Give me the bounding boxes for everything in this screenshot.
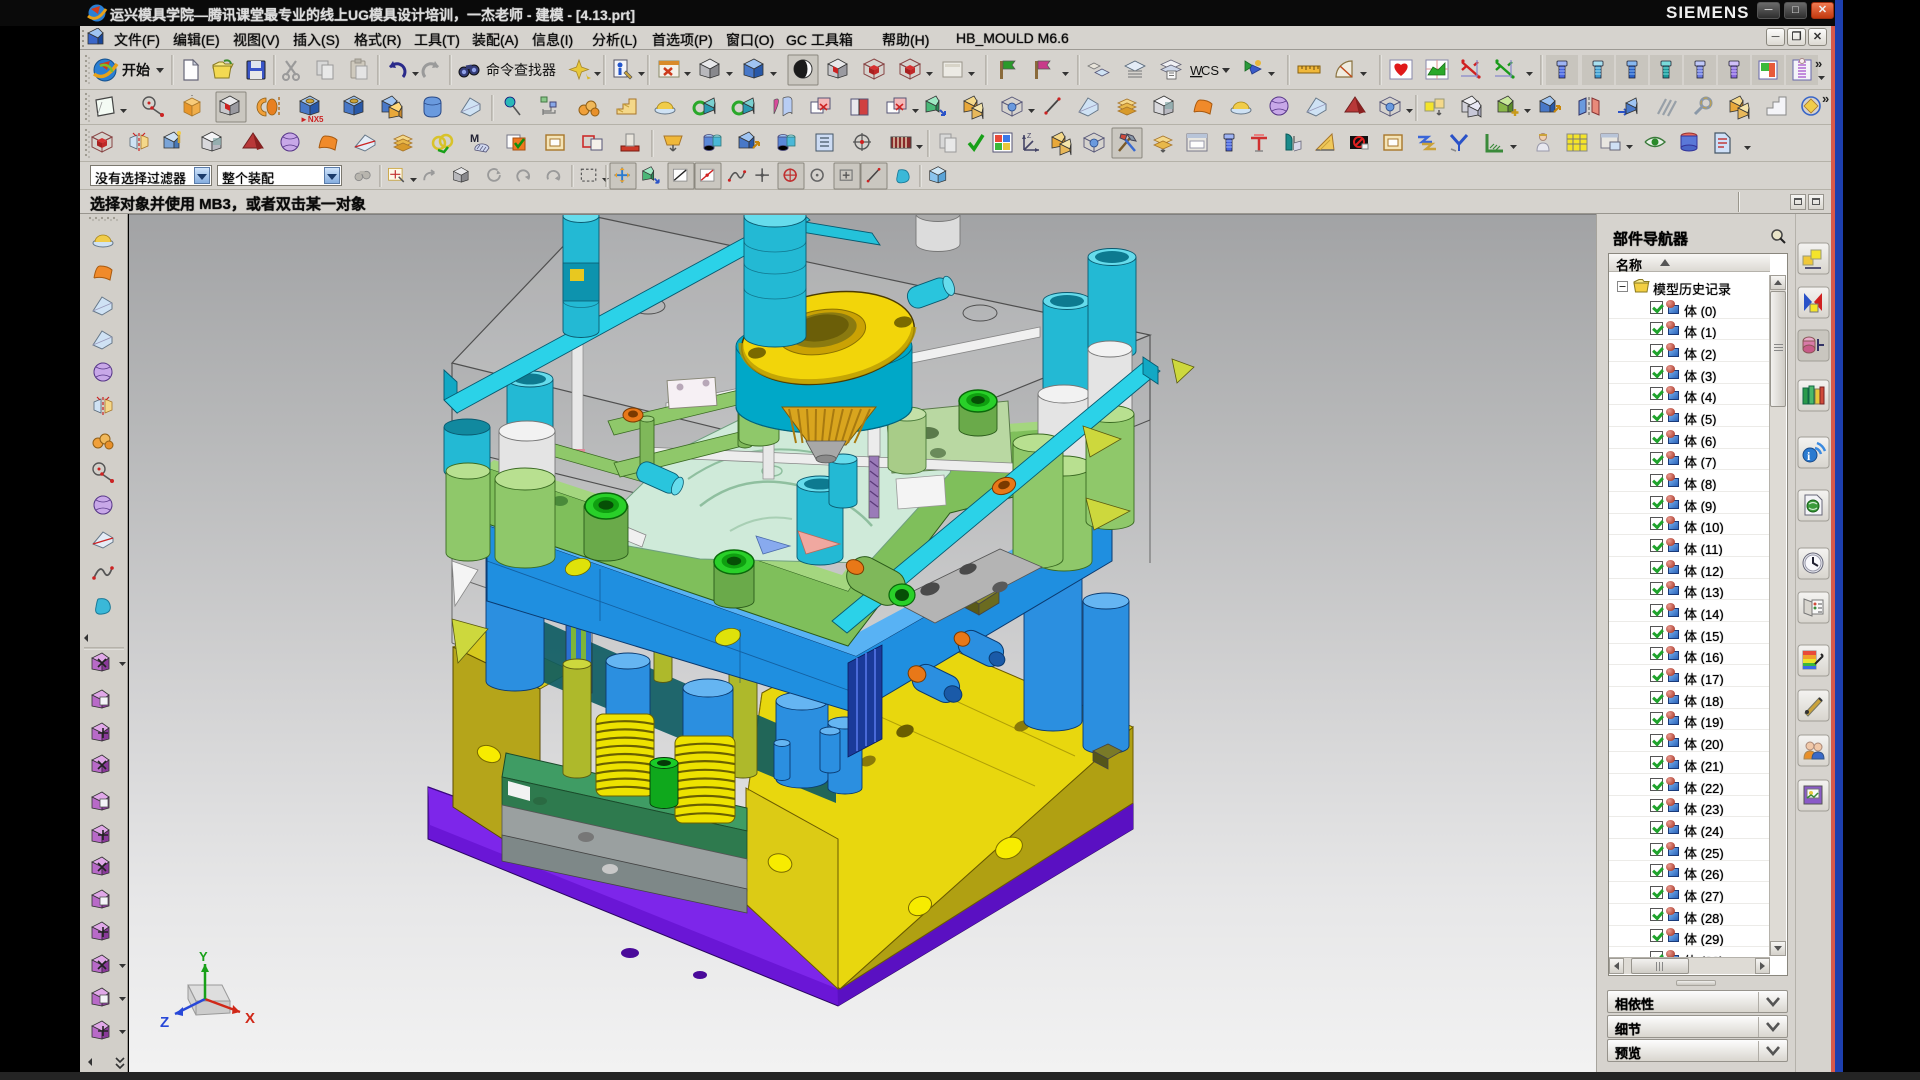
svg-text:X: X (245, 1010, 255, 1027)
svg-text:Y: Y (199, 949, 208, 964)
svg-text:M: M (470, 133, 479, 145)
svg-text:命令查找器: 命令查找器 (486, 62, 556, 78)
svg-text:»: » (1815, 56, 1822, 71)
svg-text:Z: Z (160, 1014, 169, 1031)
svg-text:»: » (1822, 91, 1829, 106)
svg-text:►NX5: ►NX5 (300, 115, 324, 124)
svg-text:CS: CS (1201, 63, 1219, 78)
svg-text:开始: 开始 (122, 62, 150, 78)
svg-text:Z: Z (1027, 133, 1032, 140)
